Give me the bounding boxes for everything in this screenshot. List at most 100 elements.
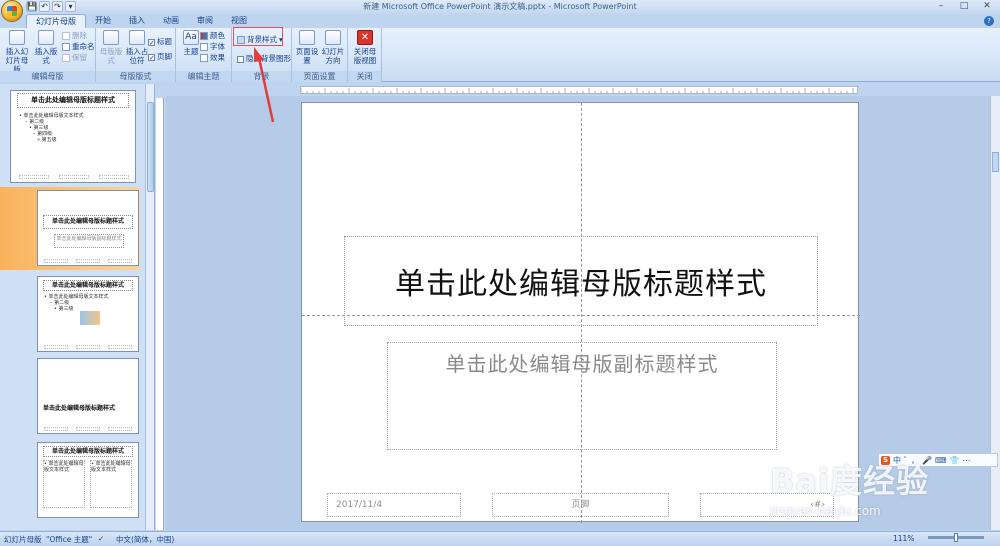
status-view-name: 幻灯片母版 — [4, 535, 42, 544]
spell-check-icon[interactable]: ✓ — [98, 534, 104, 543]
hide-background-graphics-checkbox[interactable]: 隐藏背景图形 — [237, 54, 291, 64]
thumbnail-subtitle: 单击此处编辑母版副标题样式 — [54, 234, 124, 248]
thumbnail-title-layout[interactable]: 单击此处编辑母版标题样式 单击此处编辑母版副标题样式 — [37, 190, 139, 266]
group-label-close: 关闭 — [348, 71, 381, 82]
status-language[interactable]: 中文(简体，中国) — [116, 534, 174, 545]
colors-button[interactable]: 颜色 — [200, 31, 225, 41]
thumbnail-body: • 单击此处编辑母版文本样式 – 第二级 • 第三级 – 第四级 » 第五级 — [19, 113, 129, 143]
zoom-slider-thumb[interactable] — [954, 533, 958, 542]
footer-placeholder[interactable]: 页脚 — [492, 493, 669, 517]
date-placeholder[interactable]: 2017/11/4 — [327, 493, 461, 517]
thumbnail-footer — [44, 427, 68, 431]
vertical-ruler — [156, 98, 164, 530]
thumbnail-footer — [76, 427, 100, 431]
layout-icon — [38, 30, 54, 45]
effects-button[interactable]: 效果 — [200, 53, 225, 63]
group-edit-master: 插入幻灯片母版 插入版式 删除 重命名 保留 编辑母版 — [0, 28, 96, 82]
preserve-button[interactable]: 保留 — [62, 53, 87, 63]
rename-icon — [62, 43, 70, 51]
thumbnail-footer — [44, 345, 68, 349]
close-master-icon: ✕ — [357, 30, 373, 45]
fonts-button[interactable]: 字体 — [200, 42, 225, 52]
master-layout-button[interactable]: 母版版式 — [97, 30, 125, 65]
delete-button[interactable]: 删除 — [62, 31, 87, 41]
ribbon-tabs: 幻灯片母版 开始 插入 动画 审阅 视图 — [0, 14, 1000, 28]
background-styles-highlight — [233, 27, 283, 46]
more-icon[interactable]: ⋯ — [962, 456, 970, 465]
content-placeholder-icon — [80, 311, 100, 325]
title-placeholder[interactable]: 单击此处编辑母版标题样式 — [344, 236, 818, 326]
group-master-layout: 母版版式 插入占位符 ✓ 标题 ✓ 页脚 母版版式 — [96, 28, 176, 82]
maximize-button[interactable]: □ — [953, 0, 975, 12]
group-label-edit-master: 编辑母版 — [0, 71, 95, 82]
thumbnail-body-line: • 单击此处编辑母版文本样式 — [44, 461, 84, 473]
group-page-setup: 页面设置 幻灯片方向 页面设置 — [292, 28, 348, 82]
minimize-button[interactable]: – — [930, 0, 952, 12]
footer-checkbox[interactable]: ✓ 页脚 — [148, 52, 172, 62]
watermark-logo: Bai度经验 — [770, 462, 929, 500]
office-button[interactable] — [1, 0, 23, 22]
thumbnail-body: • 单击此处编辑母版文本样式 — [90, 460, 132, 508]
title-checkbox[interactable]: ✓ 标题 — [148, 37, 172, 47]
insert-slide-master-button[interactable]: 插入幻灯片母版 — [3, 30, 31, 74]
orientation-icon — [325, 30, 341, 45]
thumbnail-body: • 单击此处编辑母版文本样式 — [43, 460, 85, 508]
close-window-button[interactable]: ✕ — [976, 0, 998, 12]
thumbnail-two-content[interactable]: 单击此处编辑母版标题样式 • 单击此处编辑母版文本样式 • 单击此处编辑母版文本… — [37, 442, 139, 518]
group-label-edit-theme: 编辑主题 — [176, 71, 231, 82]
thumbnail-footer — [99, 175, 129, 179]
group-label-background: 背景 — [232, 71, 291, 82]
fonts-icon — [200, 43, 208, 51]
vertical-scroll-thumb[interactable] — [992, 152, 999, 172]
insert-placeholder-button[interactable]: 插入占位符 — [123, 30, 151, 65]
title-checkbox-box[interactable]: ✓ — [148, 38, 155, 46]
thumbnail-footer — [76, 345, 100, 349]
placeholder-icon — [129, 30, 145, 45]
tab-review[interactable]: 审阅 — [188, 14, 222, 28]
thumbnail-body-line: • 单击此处编辑母版文本样式 — [91, 461, 131, 473]
tab-home[interactable]: 开始 — [86, 14, 120, 28]
thumbnails-scrollbar[interactable] — [145, 84, 154, 530]
thumbnail-section-header[interactable]: 单击此处编辑母版标题样式 — [37, 358, 139, 434]
hide-background-checkbox-box[interactable] — [237, 55, 244, 63]
tab-insert[interactable]: 插入 — [120, 14, 154, 28]
tab-slide-master[interactable]: 幻灯片母版 — [26, 14, 86, 28]
ribbon: 插入幻灯片母版 插入版式 删除 重命名 保留 编辑母版 母版版式 插入占位符 ✓… — [0, 28, 1000, 82]
office-logo-icon — [7, 6, 17, 16]
baidu-watermark: Bai度经验 jingyan.baidu.com — [752, 456, 962, 526]
watermark-url: jingyan.baidu.com — [770, 504, 881, 518]
thumbnail-master[interactable]: 单击此处编辑母版标题样式 • 单击此处编辑母版文本样式 – 第二级 • 第三级 … — [10, 90, 136, 183]
thumbnail-footer — [108, 427, 132, 431]
group-edit-theme: Aa 主题 颜色 字体 效果 编辑主题 — [176, 28, 232, 82]
thumbnail-footer — [59, 175, 89, 179]
status-bar: 幻灯片母版 "Office 主题" ✓ 中文(简体，中国) 111% — [0, 531, 1000, 546]
thumbnail-content-layout[interactable]: 单击此处编辑母版标题样式 • 单击此处编辑母版文本样式 – 第二级 • 第三级 — [37, 276, 139, 352]
tab-view[interactable]: 视图 — [222, 14, 256, 28]
insert-layout-button[interactable]: 插入版式 — [32, 30, 60, 65]
thumbnail-title: 单击此处编辑母版标题样式 — [43, 405, 116, 412]
help-icon[interactable]: ? — [984, 16, 994, 26]
footer-checkbox-box[interactable]: ✓ — [148, 53, 155, 61]
delete-icon — [62, 32, 70, 40]
slide-orientation-button[interactable]: 幻灯片方向 — [319, 30, 347, 65]
window-controls: – □ ✕ — [930, 0, 998, 12]
tab-animations[interactable]: 动画 — [154, 14, 188, 28]
thumbnails-scroll-thumb[interactable] — [147, 102, 154, 192]
thumbnail-footer — [108, 259, 132, 263]
close-master-view-button[interactable]: ✕ 关闭母版视图 — [351, 30, 379, 65]
rename-button[interactable]: 重命名 — [62, 42, 95, 52]
horizontal-ruler — [300, 86, 858, 94]
subtitle-placeholder[interactable]: 单击此处编辑母版副标题样式 — [387, 342, 777, 450]
status-zoom-level[interactable]: 111% — [893, 534, 914, 543]
group-label-master-layout: 母版版式 — [96, 71, 175, 82]
thumbnail-body-line: » 第五级 — [37, 137, 57, 143]
thumbnail-body: • 单击此处编辑母版文本样式 – 第二级 • 第三级 — [44, 294, 134, 312]
title-bar: 💾 ↶ ↷ ▾ 新建 Microsoft Office PowerPoint 演… — [0, 0, 1000, 22]
thumbnail-footer — [19, 175, 49, 179]
colors-icon — [200, 32, 208, 40]
thumbnail-footer — [44, 259, 68, 263]
thumbnail-footer — [76, 259, 100, 263]
zoom-slider[interactable] — [928, 533, 984, 542]
slide-thumbnails-panel: 单击此处编辑母版标题样式 • 单击此处编辑母版文本样式 – 第二级 • 第三级 … — [0, 84, 155, 530]
page-setup-button[interactable]: 页面设置 — [293, 30, 321, 65]
